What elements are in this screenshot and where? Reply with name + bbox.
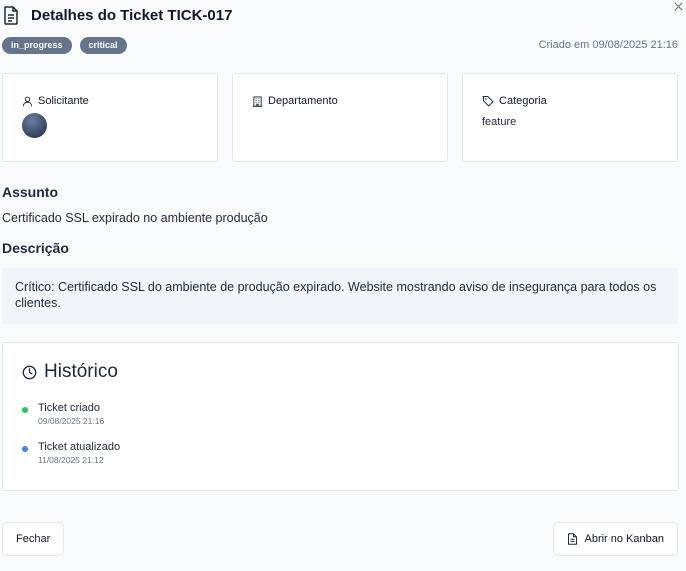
file-text-icon <box>3 5 21 25</box>
file-icon <box>567 533 577 545</box>
history-timeline: Ticket criado 09/08/2025 21:16 Ticket at… <box>22 402 659 465</box>
history-panel: Histórico Ticket criado 09/08/2025 21:16… <box>2 342 679 491</box>
requester-card: Solicitante <box>2 73 218 162</box>
history-event: Ticket atualizado 11/08/2025 21:12 <box>22 441 659 465</box>
category-card: Categoria feature <box>462 73 678 162</box>
subject-heading: Assunto <box>2 184 58 200</box>
status-badge: in_progress <box>2 37 72 54</box>
close-button-label: Fechar <box>16 533 51 545</box>
close-icon[interactable] <box>672 0 684 12</box>
info-cards: Solicitante Departamento Categoria featu… <box>2 73 678 162</box>
history-event: Ticket criado 09/08/2025 21:16 <box>22 402 659 426</box>
history-title: Histórico <box>44 361 118 382</box>
category-value: feature <box>482 116 517 128</box>
subject-text: Certificado SSL expirado no ambiente pro… <box>2 211 268 225</box>
user-icon <box>22 96 33 106</box>
event-title: Ticket atualizado <box>38 441 121 453</box>
clock-icon <box>22 365 37 379</box>
close-button[interactable]: Fechar <box>2 522 65 556</box>
created-date: Criado em 09/08/2025 21:16 <box>538 39 678 51</box>
status-dot <box>22 446 28 452</box>
badge-row: in_progress critical <box>2 37 127 54</box>
event-date: 09/08/2025 21:16 <box>38 416 105 426</box>
tag-icon <box>482 96 494 107</box>
description-heading: Descrição <box>2 240 69 256</box>
event-title: Ticket criado <box>38 402 100 414</box>
category-label: Categoria <box>499 95 547 107</box>
modal-header: Detalhes do Ticket TICK-017 <box>3 5 232 25</box>
department-label: Departamento <box>268 95 338 107</box>
modal-title: Detalhes do Ticket TICK-017 <box>31 6 233 24</box>
description-text: Crítico: Certificado SSL do ambiente de … <box>15 280 657 310</box>
avatar <box>22 113 47 138</box>
open-kanban-button[interactable]: Abrir no Kanban <box>552 522 678 556</box>
status-dot <box>22 407 28 413</box>
description-box: Crítico: Certificado SSL do ambiente de … <box>2 268 678 324</box>
open-kanban-label: Abrir no Kanban <box>584 533 665 545</box>
requester-label: Solicitante <box>38 95 89 107</box>
department-card: Departamento <box>232 73 448 162</box>
priority-badge: critical <box>79 37 127 54</box>
event-date: 11/08/2025 21:12 <box>38 455 104 465</box>
building-icon <box>252 95 263 107</box>
ticket-details-modal: Detalhes do Ticket TICK-017 in_progress … <box>0 0 686 571</box>
